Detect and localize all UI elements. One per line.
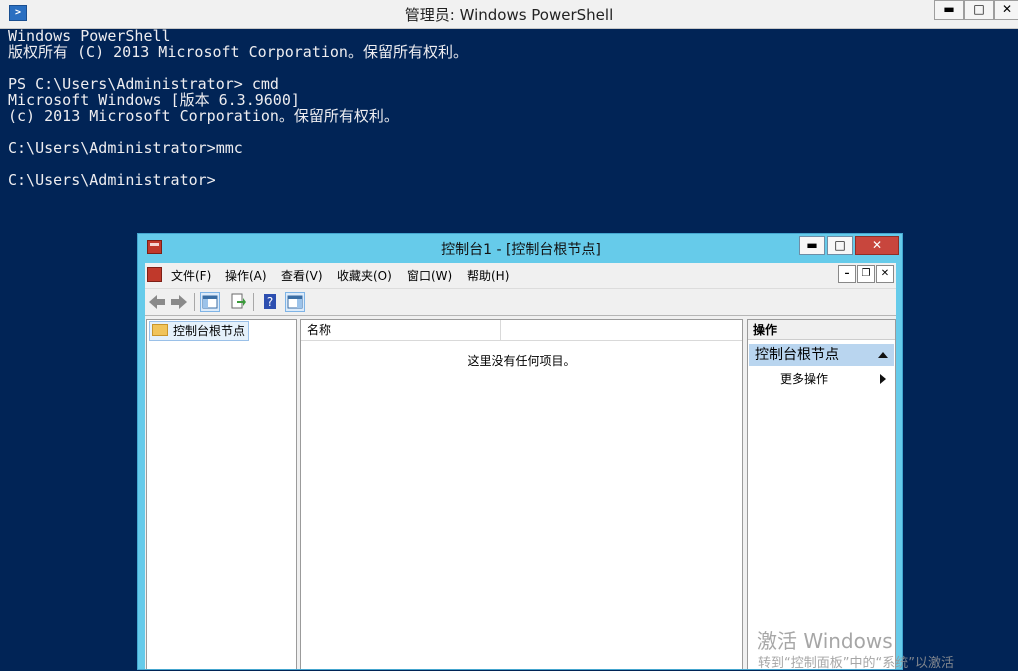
menu-help[interactable]: 帮助(H) bbox=[467, 267, 509, 284]
toolbar-separator bbox=[194, 293, 195, 311]
menu-window[interactable]: 窗口(W) bbox=[407, 267, 452, 284]
menu-bar: 文件(F) 操作(A) 查看(V) 收藏夹(O) 窗口(W) 帮助(H) – ❐… bbox=[145, 263, 896, 287]
action-pane-header: 操作 bbox=[748, 320, 895, 340]
console-line: Microsoft Windows [版本 6.3.9600] bbox=[8, 91, 300, 109]
svg-text:?: ? bbox=[267, 295, 273, 309]
folder-icon bbox=[152, 324, 168, 336]
action-pane[interactable]: 操作 控制台根节点 更多操作 bbox=[747, 319, 896, 669]
arrow-left-icon[interactable] bbox=[147, 292, 167, 312]
console-line: (c) 2013 Microsoft Corporation。保留所有权利。 bbox=[8, 107, 399, 125]
tree-node-label: 控制台根节点 bbox=[173, 324, 246, 338]
mmc-close-button[interactable]: ✕ bbox=[855, 236, 899, 255]
console-line: Windows PowerShell bbox=[8, 27, 171, 45]
child-restore-button[interactable]: ❐ bbox=[857, 265, 875, 283]
export-list-icon[interactable] bbox=[228, 292, 248, 312]
menu-view[interactable]: 查看(V) bbox=[281, 267, 323, 284]
powershell-titlebar[interactable]: > 管理员: Windows PowerShell ▬ □ ✕ bbox=[0, 0, 1018, 29]
submenu-arrow-icon bbox=[880, 374, 886, 384]
mmc-maximize-button[interactable]: □ bbox=[827, 236, 853, 255]
console-menu-icon[interactable] bbox=[147, 267, 162, 282]
more-actions-label: 更多操作 bbox=[780, 372, 829, 386]
action-section-label: 控制台根节点 bbox=[755, 347, 839, 363]
mmc-client-area: 文件(F) 操作(A) 查看(V) 收藏夹(O) 窗口(W) 帮助(H) – ❐… bbox=[145, 263, 896, 669]
menu-file[interactable]: 文件(F) bbox=[171, 267, 211, 284]
activation-watermark-title: 激活 Windows bbox=[757, 629, 893, 653]
menu-action[interactable]: 操作(A) bbox=[225, 267, 267, 284]
console-line: PS C:\Users\Administrator> cmd bbox=[8, 75, 279, 93]
results-list-pane[interactable]: 名称 这里没有任何项目。 bbox=[300, 319, 743, 669]
more-actions-item[interactable]: 更多操作 bbox=[749, 370, 894, 388]
activation-watermark-subtitle: 转到“控制面板”中的“系统”以激活 bbox=[758, 656, 954, 671]
powershell-close-button[interactable]: ✕ bbox=[994, 0, 1018, 20]
console-line: C:\Users\Administrator>mmc bbox=[8, 139, 243, 157]
mmc-window[interactable]: 控制台1 - [控制台根节点] ▬ □ ✕ 文件(F) 操作(A) 查看(V) … bbox=[137, 233, 903, 670]
list-column-header: 名称 bbox=[301, 320, 742, 341]
powershell-minimize-button[interactable]: ▬ bbox=[934, 0, 964, 20]
menu-favorites[interactable]: 收藏夹(O) bbox=[337, 267, 392, 284]
empty-list-message: 这里没有任何项目。 bbox=[467, 354, 576, 368]
child-window-controls: – ❐ ✕ bbox=[838, 265, 895, 285]
child-minimize-button[interactable]: – bbox=[838, 265, 856, 283]
child-close-button[interactable]: ✕ bbox=[876, 265, 894, 283]
action-section-console-root[interactable]: 控制台根节点 bbox=[749, 344, 894, 366]
toolbar-separator bbox=[253, 293, 254, 311]
mmc-title: 控制台1 - [控制台根节点] bbox=[441, 242, 601, 258]
action-pane-icon[interactable] bbox=[285, 292, 305, 312]
collapse-up-icon[interactable] bbox=[878, 352, 888, 358]
console-prompt-line: C:\Users\Administrator> bbox=[8, 171, 216, 189]
column-header-name[interactable]: 名称 bbox=[301, 320, 501, 340]
arrow-right-icon[interactable] bbox=[169, 292, 189, 312]
tree-node-console-root[interactable]: 控制台根节点 bbox=[149, 321, 250, 341]
help-icon[interactable]: ? bbox=[260, 292, 280, 312]
powershell-maximize-button[interactable]: □ bbox=[964, 0, 994, 20]
console-tree-icon[interactable] bbox=[200, 292, 220, 312]
mmc-minimize-button[interactable]: ▬ bbox=[799, 236, 825, 255]
console-tree-pane[interactable]: 控制台根节点 bbox=[146, 319, 297, 669]
toolbar: ? bbox=[145, 288, 896, 316]
powershell-title: 管理员: Windows PowerShell bbox=[404, 6, 614, 24]
console-line: 版权所有 (C) 2013 Microsoft Corporation。保留所有… bbox=[8, 43, 468, 61]
